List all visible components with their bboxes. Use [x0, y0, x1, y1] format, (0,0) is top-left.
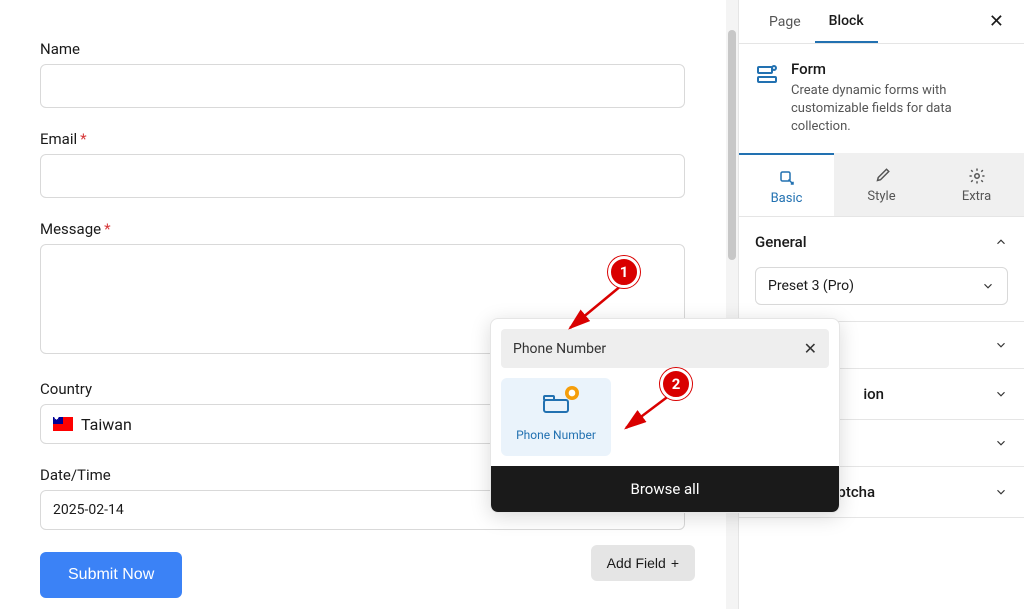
sub-tab-style[interactable]: Style [834, 153, 929, 216]
field-option-phone-number[interactable]: Phone Number [501, 378, 611, 456]
required-mark: * [104, 220, 110, 238]
gear-icon [968, 167, 986, 185]
sidebar-tabs: Page Block ✕ [739, 0, 1024, 44]
sub-tabs: Basic Style Extra [739, 153, 1024, 217]
name-label: Name [40, 40, 685, 58]
chevron-down-icon [981, 279, 995, 293]
chevron-down-icon [994, 485, 1008, 499]
brush-icon [873, 167, 891, 185]
block-header: Form Create dynamic forms with customiza… [739, 44, 1024, 153]
add-field-button[interactable]: Add Field + [591, 545, 695, 581]
name-field: Name [40, 40, 685, 130]
required-mark: * [80, 130, 86, 148]
cursor-icon [778, 169, 796, 187]
submit-button[interactable]: Submit Now [40, 552, 182, 598]
datetime-value: 2025-02-14 [53, 502, 124, 518]
annotation-arrow-1 [562, 280, 632, 335]
email-field: Email* [40, 130, 685, 220]
scrollbar-thumb[interactable] [728, 30, 736, 260]
annotation-badge-1: 1 [608, 256, 640, 288]
country-value: Taiwan [81, 415, 132, 434]
message-label: Message* [40, 220, 685, 238]
annotation-badge-2: 2 [660, 368, 692, 400]
tab-page[interactable]: Page [755, 2, 815, 42]
preset-select[interactable]: Preset 3 (Pro) [755, 267, 1008, 305]
email-input[interactable] [40, 154, 685, 198]
taiwan-flag-icon [53, 417, 73, 431]
close-icon[interactable]: ✕ [985, 7, 1008, 36]
section-general-header[interactable]: General [739, 217, 1024, 267]
browse-all-button[interactable]: Browse all [491, 466, 839, 512]
pro-badge-icon [565, 386, 579, 400]
form-block-icon [755, 62, 779, 86]
field-option-label: Phone Number [515, 428, 597, 442]
block-title: Form [791, 60, 1008, 78]
field-search-input[interactable]: Phone Number ✕ [501, 329, 829, 368]
plus-icon: + [671, 555, 679, 571]
chevron-up-icon [994, 235, 1008, 249]
chevron-down-icon [994, 436, 1008, 450]
inspector-sidebar: Page Block ✕ Form Create dynamic forms w… [738, 0, 1024, 609]
chevron-down-icon [994, 387, 1008, 401]
block-description: Create dynamic forms with customizable f… [791, 82, 1008, 137]
name-input[interactable] [40, 64, 685, 108]
sub-tab-basic[interactable]: Basic [739, 153, 834, 216]
sub-tab-extra[interactable]: Extra [929, 153, 1024, 216]
section-general-body: Preset 3 (Pro) [739, 267, 1024, 321]
section-general: General Preset 3 (Pro) [739, 217, 1024, 322]
email-label: Email* [40, 130, 685, 148]
scrollbar-track[interactable] [726, 0, 738, 609]
tab-block[interactable]: Block [815, 1, 878, 43]
clear-search-icon[interactable]: ✕ [804, 339, 817, 358]
chevron-down-icon [994, 338, 1008, 352]
